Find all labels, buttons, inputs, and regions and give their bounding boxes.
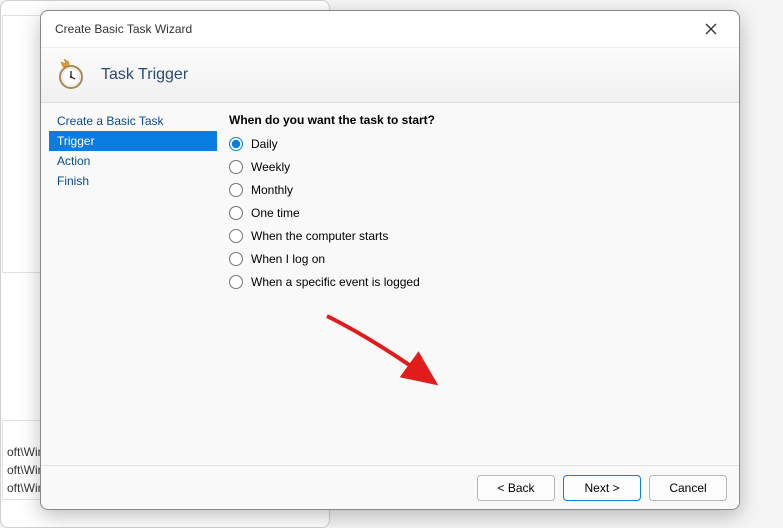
dialog-title: Create Basic Task Wizard xyxy=(55,22,192,36)
header-title: Task Trigger xyxy=(101,66,188,84)
button-label: Next > xyxy=(584,481,619,495)
radio-label: When I log on xyxy=(251,252,325,266)
sidebar: Create a Basic Task Trigger Action Finis… xyxy=(41,103,217,465)
header-band: Task Trigger xyxy=(41,47,739,103)
button-label: < Back xyxy=(497,481,534,495)
radio-weekly[interactable]: Weekly xyxy=(229,160,727,174)
content-pane: When do you want the task to start? Dail… xyxy=(217,103,739,465)
close-button[interactable] xyxy=(697,15,725,43)
radio-label: Daily xyxy=(251,137,278,151)
wizard-clock-icon xyxy=(55,59,87,91)
radio-input-weekly[interactable] xyxy=(229,160,243,174)
radio-input-log-on[interactable] xyxy=(229,252,243,266)
annotation-arrow-icon xyxy=(317,311,457,396)
radio-log-on[interactable]: When I log on xyxy=(229,252,727,266)
main-area: Create a Basic Task Trigger Action Finis… xyxy=(41,103,739,465)
cancel-button[interactable]: Cancel xyxy=(649,475,727,501)
radio-computer-starts[interactable]: When the computer starts xyxy=(229,229,727,243)
sidebar-item-label: Finish xyxy=(57,174,89,188)
sidebar-item-finish[interactable]: Finish xyxy=(49,171,217,191)
sidebar-item-action[interactable]: Action xyxy=(49,151,217,171)
radio-event-logged[interactable]: When a specific event is logged xyxy=(229,275,727,289)
sidebar-item-label: Create a Basic Task xyxy=(57,114,164,128)
sidebar-item-label: Action xyxy=(57,154,90,168)
radio-label: One time xyxy=(251,206,300,220)
title-bar: Create Basic Task Wizard xyxy=(41,11,739,47)
radio-input-monthly[interactable] xyxy=(229,183,243,197)
sidebar-item-trigger[interactable]: Trigger xyxy=(49,131,217,151)
back-button[interactable]: < Back xyxy=(477,475,555,501)
radio-one-time[interactable]: One time xyxy=(229,206,727,220)
sidebar-item-label: Trigger xyxy=(57,134,95,148)
radio-input-one-time[interactable] xyxy=(229,206,243,220)
footer: < Back Next > Cancel xyxy=(41,465,739,509)
radio-label: Weekly xyxy=(251,160,290,174)
radio-input-computer-starts[interactable] xyxy=(229,229,243,243)
next-button[interactable]: Next > xyxy=(563,475,641,501)
radio-monthly[interactable]: Monthly xyxy=(229,183,727,197)
radio-list: Daily Weekly Monthly One time When the c… xyxy=(229,137,727,289)
radio-input-daily[interactable] xyxy=(229,137,243,151)
sidebar-item-create-basic-task[interactable]: Create a Basic Task xyxy=(49,111,217,131)
radio-label: When the computer starts xyxy=(251,229,388,243)
wizard-dialog: Create Basic Task Wizard Task Trigger Cr… xyxy=(40,10,740,510)
button-label: Cancel xyxy=(669,481,706,495)
radio-input-event-logged[interactable] xyxy=(229,275,243,289)
radio-label: When a specific event is logged xyxy=(251,275,420,289)
radio-daily[interactable]: Daily xyxy=(229,137,727,151)
question-text: When do you want the task to start? xyxy=(229,113,727,127)
radio-label: Monthly xyxy=(251,183,293,197)
close-icon xyxy=(705,23,717,35)
